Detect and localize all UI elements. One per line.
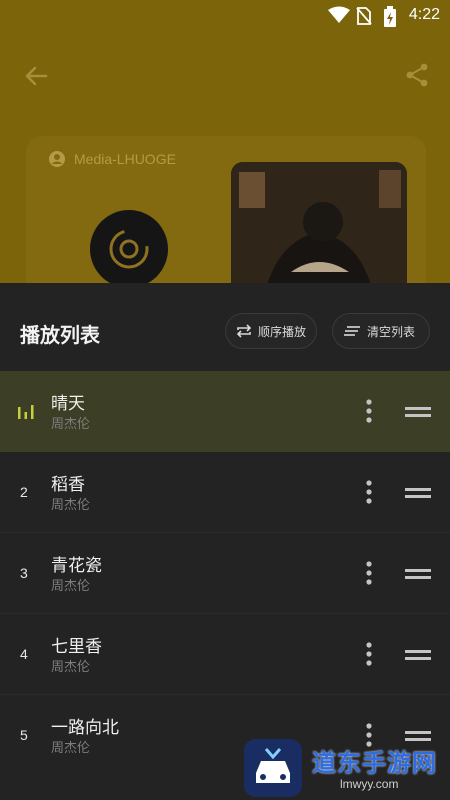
wifi-icon <box>328 6 350 23</box>
song-artist: 周杰伦 <box>51 741 91 756</box>
list-item[interactable]: 4 七里香 周杰伦 <box>0 614 450 695</box>
more-vert-icon[interactable] <box>362 397 376 425</box>
clear-list-label: 清空列表 <box>367 324 416 339</box>
share-icon[interactable] <box>404 62 430 88</box>
list-item[interactable]: 2 稻香 周杰伦 <box>0 452 450 533</box>
back-arrow-icon[interactable] <box>22 62 50 90</box>
drag-handle-icon[interactable] <box>405 405 431 419</box>
status-bar: 4:22 <box>0 0 450 32</box>
watermark-name: 道东手游网 <box>312 749 437 777</box>
track-index: 5 <box>20 727 28 743</box>
user-icon <box>49 151 65 167</box>
song-title: 七里香 <box>51 637 102 657</box>
repeat-icon <box>236 324 252 338</box>
clear-list-icon <box>344 326 360 336</box>
song-artist: 周杰伦 <box>51 660 91 675</box>
watermark-logo <box>244 739 302 797</box>
play-order-button[interactable]: 顺序播放 <box>225 313 317 349</box>
more-vert-icon[interactable] <box>362 559 376 587</box>
background-app: 4:22 Media-LHUOGE <box>0 0 450 316</box>
playlist-sheet: 播放列表 顺序播放 清空列表 晴天 周杰伦 2 稻香 周杰伦 3 青花瓷 周杰伦… <box>0 283 450 800</box>
drag-handle-icon[interactable] <box>405 486 431 500</box>
more-vert-icon[interactable] <box>362 478 376 506</box>
status-time: 4:22 <box>408 6 440 23</box>
play-order-label: 顺序播放 <box>258 324 307 339</box>
song-title: 晴天 <box>51 394 85 414</box>
drag-handle-icon[interactable] <box>405 567 431 581</box>
more-vert-icon[interactable] <box>362 640 376 668</box>
song-title: 一路向北 <box>51 718 119 738</box>
song-title: 青花瓷 <box>51 556 102 576</box>
track-index: 3 <box>20 565 28 581</box>
playlist-title: 播放列表 <box>20 323 100 347</box>
song-artist: 周杰伦 <box>51 417 91 432</box>
watermark: 道东手游网 lmwyy.com <box>244 737 442 797</box>
playlist-list: 晴天 周杰伦 2 稻香 周杰伦 3 青花瓷 周杰伦 4 七里香 周杰伦 5 一路… <box>0 371 450 776</box>
playlist-header: 播放列表 顺序播放 清空列表 <box>0 283 450 371</box>
song-artist: 周杰伦 <box>51 579 91 594</box>
no-sim-icon <box>356 7 372 25</box>
disc-icon <box>90 210 168 288</box>
song-artist: 周杰伦 <box>51 498 91 513</box>
drag-handle-icon[interactable] <box>405 648 431 662</box>
media-source-name: Media-LHUOGE <box>74 151 176 167</box>
list-item[interactable]: 晴天 周杰伦 <box>0 371 450 452</box>
media-source: Media-LHUOGE <box>48 150 176 168</box>
now-playing-icon <box>18 405 34 419</box>
list-item[interactable]: 3 青花瓷 周杰伦 <box>0 533 450 614</box>
battery-charging-icon <box>384 6 396 27</box>
watermark-url: lmwyy.com <box>340 777 399 791</box>
track-index: 2 <box>20 484 28 500</box>
clear-list-button[interactable]: 清空列表 <box>332 313 430 349</box>
track-index: 4 <box>20 646 28 662</box>
song-title: 稻香 <box>51 475 85 495</box>
